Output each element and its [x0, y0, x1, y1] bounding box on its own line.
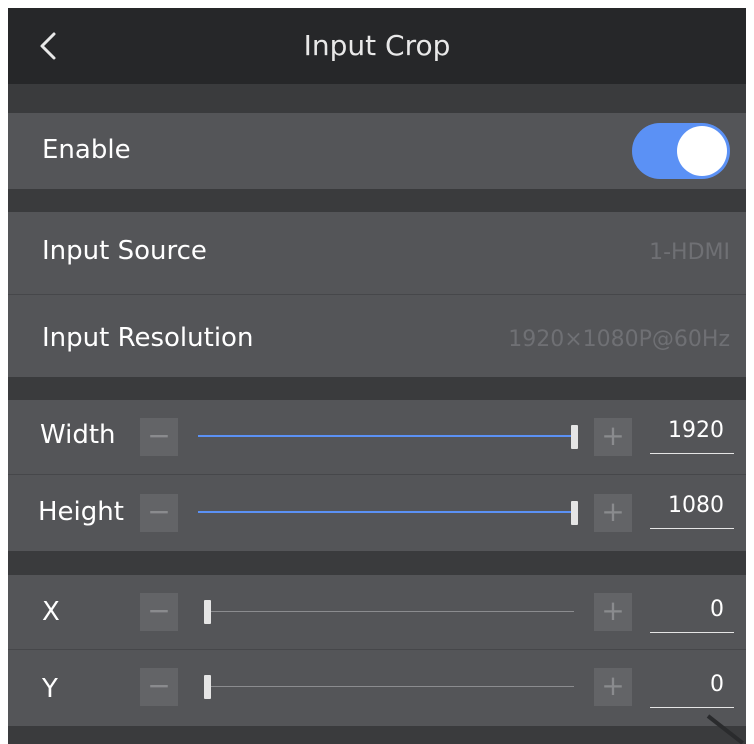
width-row: Width − + 1920: [8, 400, 746, 474]
x-slider[interactable]: [204, 600, 574, 624]
field-underline: [650, 632, 734, 633]
enable-toggle[interactable]: [632, 123, 730, 179]
input-resolution-value: 1920×1080P@60Hz: [508, 327, 730, 352]
width-increase-button[interactable]: +: [594, 418, 632, 456]
width-slider[interactable]: [198, 425, 578, 449]
minus-icon: −: [147, 495, 171, 528]
plus-icon: +: [601, 495, 625, 528]
slider-fill: [198, 511, 571, 513]
back-button[interactable]: [30, 28, 66, 64]
x-row: X − + 0: [8, 575, 746, 649]
height-value-field[interactable]: 1080: [650, 489, 734, 529]
height-decrease-button[interactable]: −: [140, 494, 178, 532]
height-increase-button[interactable]: +: [594, 494, 632, 532]
app-window: Input Crop Enable Input Source 1-HDMI In…: [8, 8, 746, 744]
slider-handle[interactable]: [571, 425, 578, 449]
width-label: Width: [40, 420, 116, 450]
width-decrease-button[interactable]: −: [140, 418, 178, 456]
field-underline: [650, 707, 734, 708]
plus-icon: +: [601, 669, 625, 702]
slider-track: [204, 686, 574, 687]
x-decrease-button[interactable]: −: [140, 593, 178, 631]
y-value-field[interactable]: 0: [650, 668, 734, 708]
input-source-row: Input Source 1-HDMI: [8, 212, 746, 294]
width-value-field[interactable]: 1920: [650, 414, 734, 454]
width-value: 1920: [668, 418, 724, 443]
y-label: Y: [42, 674, 58, 704]
y-value: 0: [710, 672, 724, 697]
height-row: Height − + 1080: [8, 475, 746, 551]
y-increase-button[interactable]: +: [594, 668, 632, 706]
slider-handle[interactable]: [204, 675, 211, 699]
x-label: X: [42, 597, 60, 627]
header-bar: Input Crop: [8, 8, 746, 84]
plus-icon: +: [601, 419, 625, 452]
x-value-field[interactable]: 0: [650, 593, 734, 633]
y-row: Y − + 0: [8, 650, 746, 726]
height-label: Height: [38, 497, 124, 527]
y-slider[interactable]: [204, 675, 574, 699]
slider-handle[interactable]: [571, 501, 578, 525]
minus-icon: −: [147, 594, 171, 627]
x-increase-button[interactable]: +: [594, 593, 632, 631]
input-resolution-row: Input Resolution 1920×1080P@60Hz: [8, 295, 746, 377]
minus-icon: −: [147, 419, 171, 452]
toggle-knob: [677, 126, 727, 176]
input-source-label: Input Source: [42, 236, 207, 266]
input-resolution-label: Input Resolution: [42, 323, 254, 353]
field-underline: [650, 453, 734, 454]
slider-handle[interactable]: [204, 600, 211, 624]
height-slider[interactable]: [198, 501, 578, 525]
height-value: 1080: [668, 493, 724, 518]
plus-icon: +: [601, 594, 625, 627]
x-value: 0: [710, 597, 724, 622]
enable-label: Enable: [42, 135, 131, 165]
minus-icon: −: [147, 669, 171, 702]
page-title: Input Crop: [303, 29, 451, 62]
chevron-left-icon: [40, 32, 56, 60]
enable-row: Enable: [8, 113, 746, 189]
input-source-value: 1-HDMI: [649, 240, 730, 265]
y-decrease-button[interactable]: −: [140, 668, 178, 706]
slider-track: [204, 611, 574, 612]
field-underline: [650, 528, 734, 529]
slider-fill: [198, 435, 571, 437]
